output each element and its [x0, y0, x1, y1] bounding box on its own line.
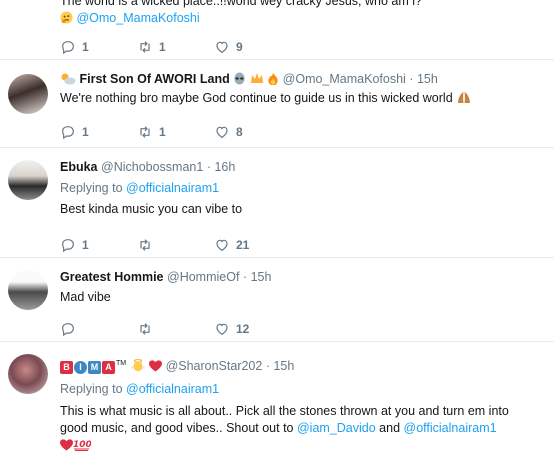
like-count: 8	[236, 125, 243, 139]
separator-dot: ·	[265, 359, 270, 373]
display-name[interactable]: Greatest Hommie	[60, 270, 164, 284]
retweet-button[interactable]	[137, 321, 214, 337]
red-heart-emoji	[60, 439, 73, 456]
tweet-item[interactable]: Ebuka @Nichobossman1 · 16h Replying to @…	[0, 148, 554, 258]
like-button[interactable]: 9	[214, 39, 291, 55]
like-button[interactable]: 21	[214, 237, 291, 253]
tweet-text: The world is a wicked place..!!world wey…	[60, 0, 422, 8]
replying-to-label: Replying to	[60, 382, 123, 396]
mention-link[interactable]: @Omo_MamaKofoshi	[76, 11, 199, 25]
reply-button[interactable]: 1	[60, 237, 137, 253]
like-button[interactable]: 12	[214, 321, 291, 337]
tweet-time[interactable]: 15h	[251, 270, 272, 284]
tweet-time[interactable]: 15h	[273, 359, 294, 373]
retweet-icon	[140, 323, 150, 335]
reply-count: 1	[82, 238, 89, 252]
separator-dot: ·	[206, 160, 211, 174]
retweet-count: 1	[159, 125, 166, 139]
name-letter-a: A	[102, 361, 115, 374]
tweet-time[interactable]: 16h	[214, 160, 235, 174]
crown-emoji	[250, 72, 264, 90]
tweet-item[interactable]: First Son Of AWORI Land @Omo_MamaKofoshi…	[0, 60, 554, 148]
reply-icon	[62, 323, 74, 337]
sun-cloud-emoji	[60, 72, 76, 90]
user-handle[interactable]: @Nichobossman1	[101, 160, 203, 174]
retweet-button[interactable]: 1	[137, 124, 214, 140]
display-name[interactable]: First Son Of AWORI Land	[79, 72, 229, 86]
folded-hands-emoji	[456, 91, 472, 109]
fire-emoji	[267, 72, 279, 90]
reply-icon	[62, 126, 74, 140]
trademark-symbol: TM	[116, 360, 127, 367]
alien-emoji	[233, 72, 246, 90]
like-icon	[216, 126, 228, 139]
user-handle[interactable]: @SharonStar202	[166, 359, 263, 373]
tweet-text: We're nothing bro maybe God continue to …	[60, 91, 453, 105]
separator-dot: ·	[242, 270, 248, 284]
like-icon	[216, 323, 228, 336]
retweet-icon	[140, 126, 150, 138]
retweet-button[interactable]: 1	[137, 39, 214, 55]
tweet-item[interactable]: B I M A TM @SharonStar202 · 15h Replying to …	[0, 342, 554, 466]
user-handle[interactable]: @HommieOf	[167, 270, 239, 284]
tweet-text: Best kinda music you can vibe to	[60, 202, 243, 216]
retweet-icon	[140, 41, 150, 53]
avatar[interactable]	[8, 354, 48, 394]
avatar[interactable]	[8, 160, 48, 200]
retweet-icon	[140, 239, 150, 251]
like-button[interactable]: 8	[214, 124, 291, 140]
name-letter-b: B	[60, 361, 73, 374]
hundred-points-emoji: 100	[73, 438, 92, 456]
reply-button[interactable]: 1	[60, 124, 137, 140]
tweet-item[interactable]: The world is a wicked place..!!world wey…	[0, 0, 554, 60]
tweet-text-line-1: This is what music is all about.. Pick a…	[60, 404, 509, 418]
like-icon	[216, 239, 228, 252]
retweet-button[interactable]	[137, 237, 214, 253]
tweet-text-connector: and	[379, 421, 401, 435]
reply-button[interactable]: 1	[60, 39, 137, 55]
angel-emoji	[130, 359, 146, 377]
like-icon	[216, 41, 228, 54]
user-handle[interactable]: @Omo_MamaKofoshi	[283, 72, 406, 86]
reply-count: 1	[82, 40, 89, 54]
reply-button[interactable]	[60, 321, 137, 337]
retweet-count: 1	[159, 40, 166, 54]
replying-to-label: Replying to	[60, 181, 123, 195]
like-count: 21	[236, 238, 250, 252]
reply-icon	[62, 41, 74, 55]
display-name[interactable]: Ebuka	[60, 160, 98, 174]
name-letter-m: M	[88, 361, 101, 374]
red-heart-emoji	[149, 360, 163, 377]
name-letter-i: I	[74, 361, 87, 374]
like-count: 12	[236, 322, 250, 336]
avatar[interactable]	[8, 270, 48, 310]
thinking-face-emoji	[60, 11, 73, 29]
like-count: 9	[236, 40, 243, 54]
reply-count: 1	[82, 125, 89, 139]
replying-to-link[interactable]: @officialnairam1	[126, 181, 219, 195]
reply-icon	[62, 239, 74, 253]
tweet-text: Mad vibe	[60, 290, 111, 304]
avatar[interactable]	[8, 74, 48, 114]
separator-dot: ·	[409, 72, 414, 86]
tweet-text-line-2: good music, and good vibes.. Shout out t…	[60, 421, 294, 435]
mention-link[interactable]: @officialnairam1	[404, 421, 497, 435]
tweet-time[interactable]: 15h	[417, 72, 438, 86]
replying-to-link[interactable]: @officialnairam1	[126, 382, 219, 396]
tweet-item[interactable]: Greatest Hommie @HommieOf · 15h Mad vibe…	[0, 258, 554, 342]
mention-link[interactable]: @iam_Davido	[297, 421, 376, 435]
